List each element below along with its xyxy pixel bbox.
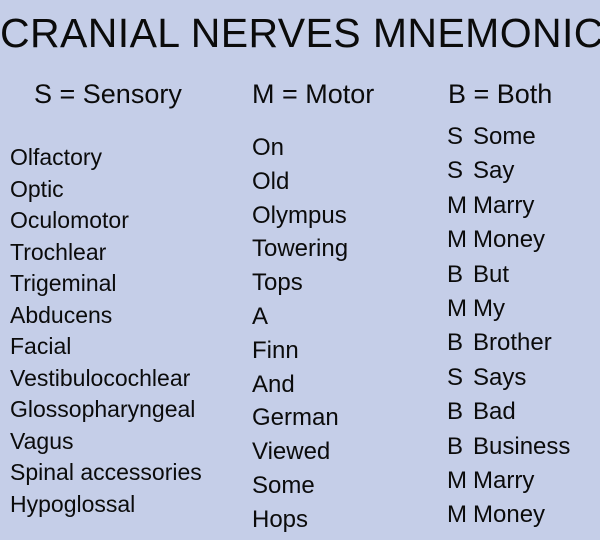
nerve-type-letter: B [447, 329, 464, 357]
nerve-type-word: Marry [473, 191, 535, 219]
nerve-type-row: B Bad [447, 395, 597, 429]
nerve-type-word: My [473, 295, 505, 323]
nerve-type-row: S Say [447, 154, 597, 188]
mnemonic-word-row: Viewed [252, 438, 331, 466]
legend-both: B = Both [448, 79, 553, 109]
cranial-nerve-names-column: Olfactory Optic Oculomotor Trochlear Trigemi… [10, 142, 250, 520]
nerve-type-row: S Some [447, 120, 597, 154]
nerve-type-letter: B [447, 260, 464, 288]
legend-sensory: S = Sensory [34, 79, 182, 109]
nerve-type-word: Brother [473, 329, 552, 357]
nerve-name-row: Hypoglossal [10, 490, 136, 517]
mnemonic-word-row: Towering [252, 235, 349, 263]
nerve-name-row: Trigeminal [10, 270, 117, 296]
nerve-type-row: M Marry [447, 189, 597, 223]
nerve-type-word: Says [473, 363, 527, 391]
nerve-type-letter: B [447, 432, 464, 460]
nerve-name-row: Optic [10, 175, 64, 202]
nerve-type-row: M Money [447, 223, 597, 257]
nerve-name-row: Trochlear [10, 238, 107, 265]
mnemonic-words-column: On Old Olympus Towering Tops A Finn And German Vi… [252, 131, 437, 537]
nerve-type-word: Money [473, 226, 546, 254]
legend-motor: M = Motor [252, 79, 375, 109]
nerve-type-word: Money [473, 501, 546, 529]
nerve-type-row: M Marry [447, 464, 597, 498]
nerve-name-row: Spinal accessories [10, 459, 202, 485]
mnemonic-word-row: On [252, 134, 285, 161]
nerve-type-row: M My [447, 292, 597, 326]
mnemonic-word-row: German [252, 404, 339, 432]
nerve-type-mnemonic-column: S Some S Say M Marry M Money B But M My B Brother S Say… [447, 120, 597, 533]
nerve-type-letter: S [447, 363, 464, 391]
cranial-nerves-poster: CRANIAL NERVES MNEMONIC S = Sensory M = … [0, 0, 600, 540]
mnemonic-word-row: Tops [252, 269, 303, 297]
nerve-name-row: Abducens [10, 301, 113, 328]
nerve-type-row: M Money [447, 498, 597, 532]
nerve-type-word: Bad [473, 398, 516, 426]
nerve-type-letter: M [447, 226, 467, 254]
nerve-type-word: But [473, 260, 510, 288]
mnemonic-word-row: Finn [252, 336, 299, 364]
nerve-type-row: B Brother [447, 326, 597, 360]
mnemonic-word-row: Some [252, 471, 315, 499]
nerve-name-row: Vagus [10, 427, 74, 454]
nerve-name-row: Olfactory [10, 144, 103, 170]
nerve-type-letter: M [447, 467, 467, 495]
nerve-type-word: Marry [473, 467, 535, 495]
nerve-type-letter: S [447, 123, 464, 150]
mnemonic-word-row: A [252, 302, 269, 330]
nerve-name-row: Vestibulocochlear [10, 364, 191, 391]
nerve-type-word: Some [473, 123, 536, 150]
nerve-type-letter: B [447, 398, 464, 426]
nerve-type-row: S Says [447, 361, 597, 395]
nerve-name-row: Facial [10, 333, 72, 359]
nerve-type-row: B Business [447, 430, 597, 464]
page-title: CRANIAL NERVES MNEMONIC [0, 10, 600, 56]
nerve-type-word: Business [473, 432, 571, 460]
mnemonic-word-row: Old [252, 167, 290, 195]
nerve-type-row: B But [447, 258, 597, 292]
nerve-name-row: Glossopharyngeal [10, 396, 196, 422]
mnemonic-word-row: And [252, 370, 295, 398]
nerve-type-letter: M [447, 501, 467, 529]
nerve-type-letter: M [447, 191, 467, 219]
nerve-type-letter: S [447, 157, 464, 185]
mnemonic-word-row: Olympus [252, 201, 347, 229]
nerve-type-word: Say [473, 157, 515, 185]
nerve-name-row: Oculomotor [10, 207, 129, 233]
nerve-type-letter: M [447, 295, 467, 323]
mnemonic-word-row: Hops [252, 505, 309, 533]
